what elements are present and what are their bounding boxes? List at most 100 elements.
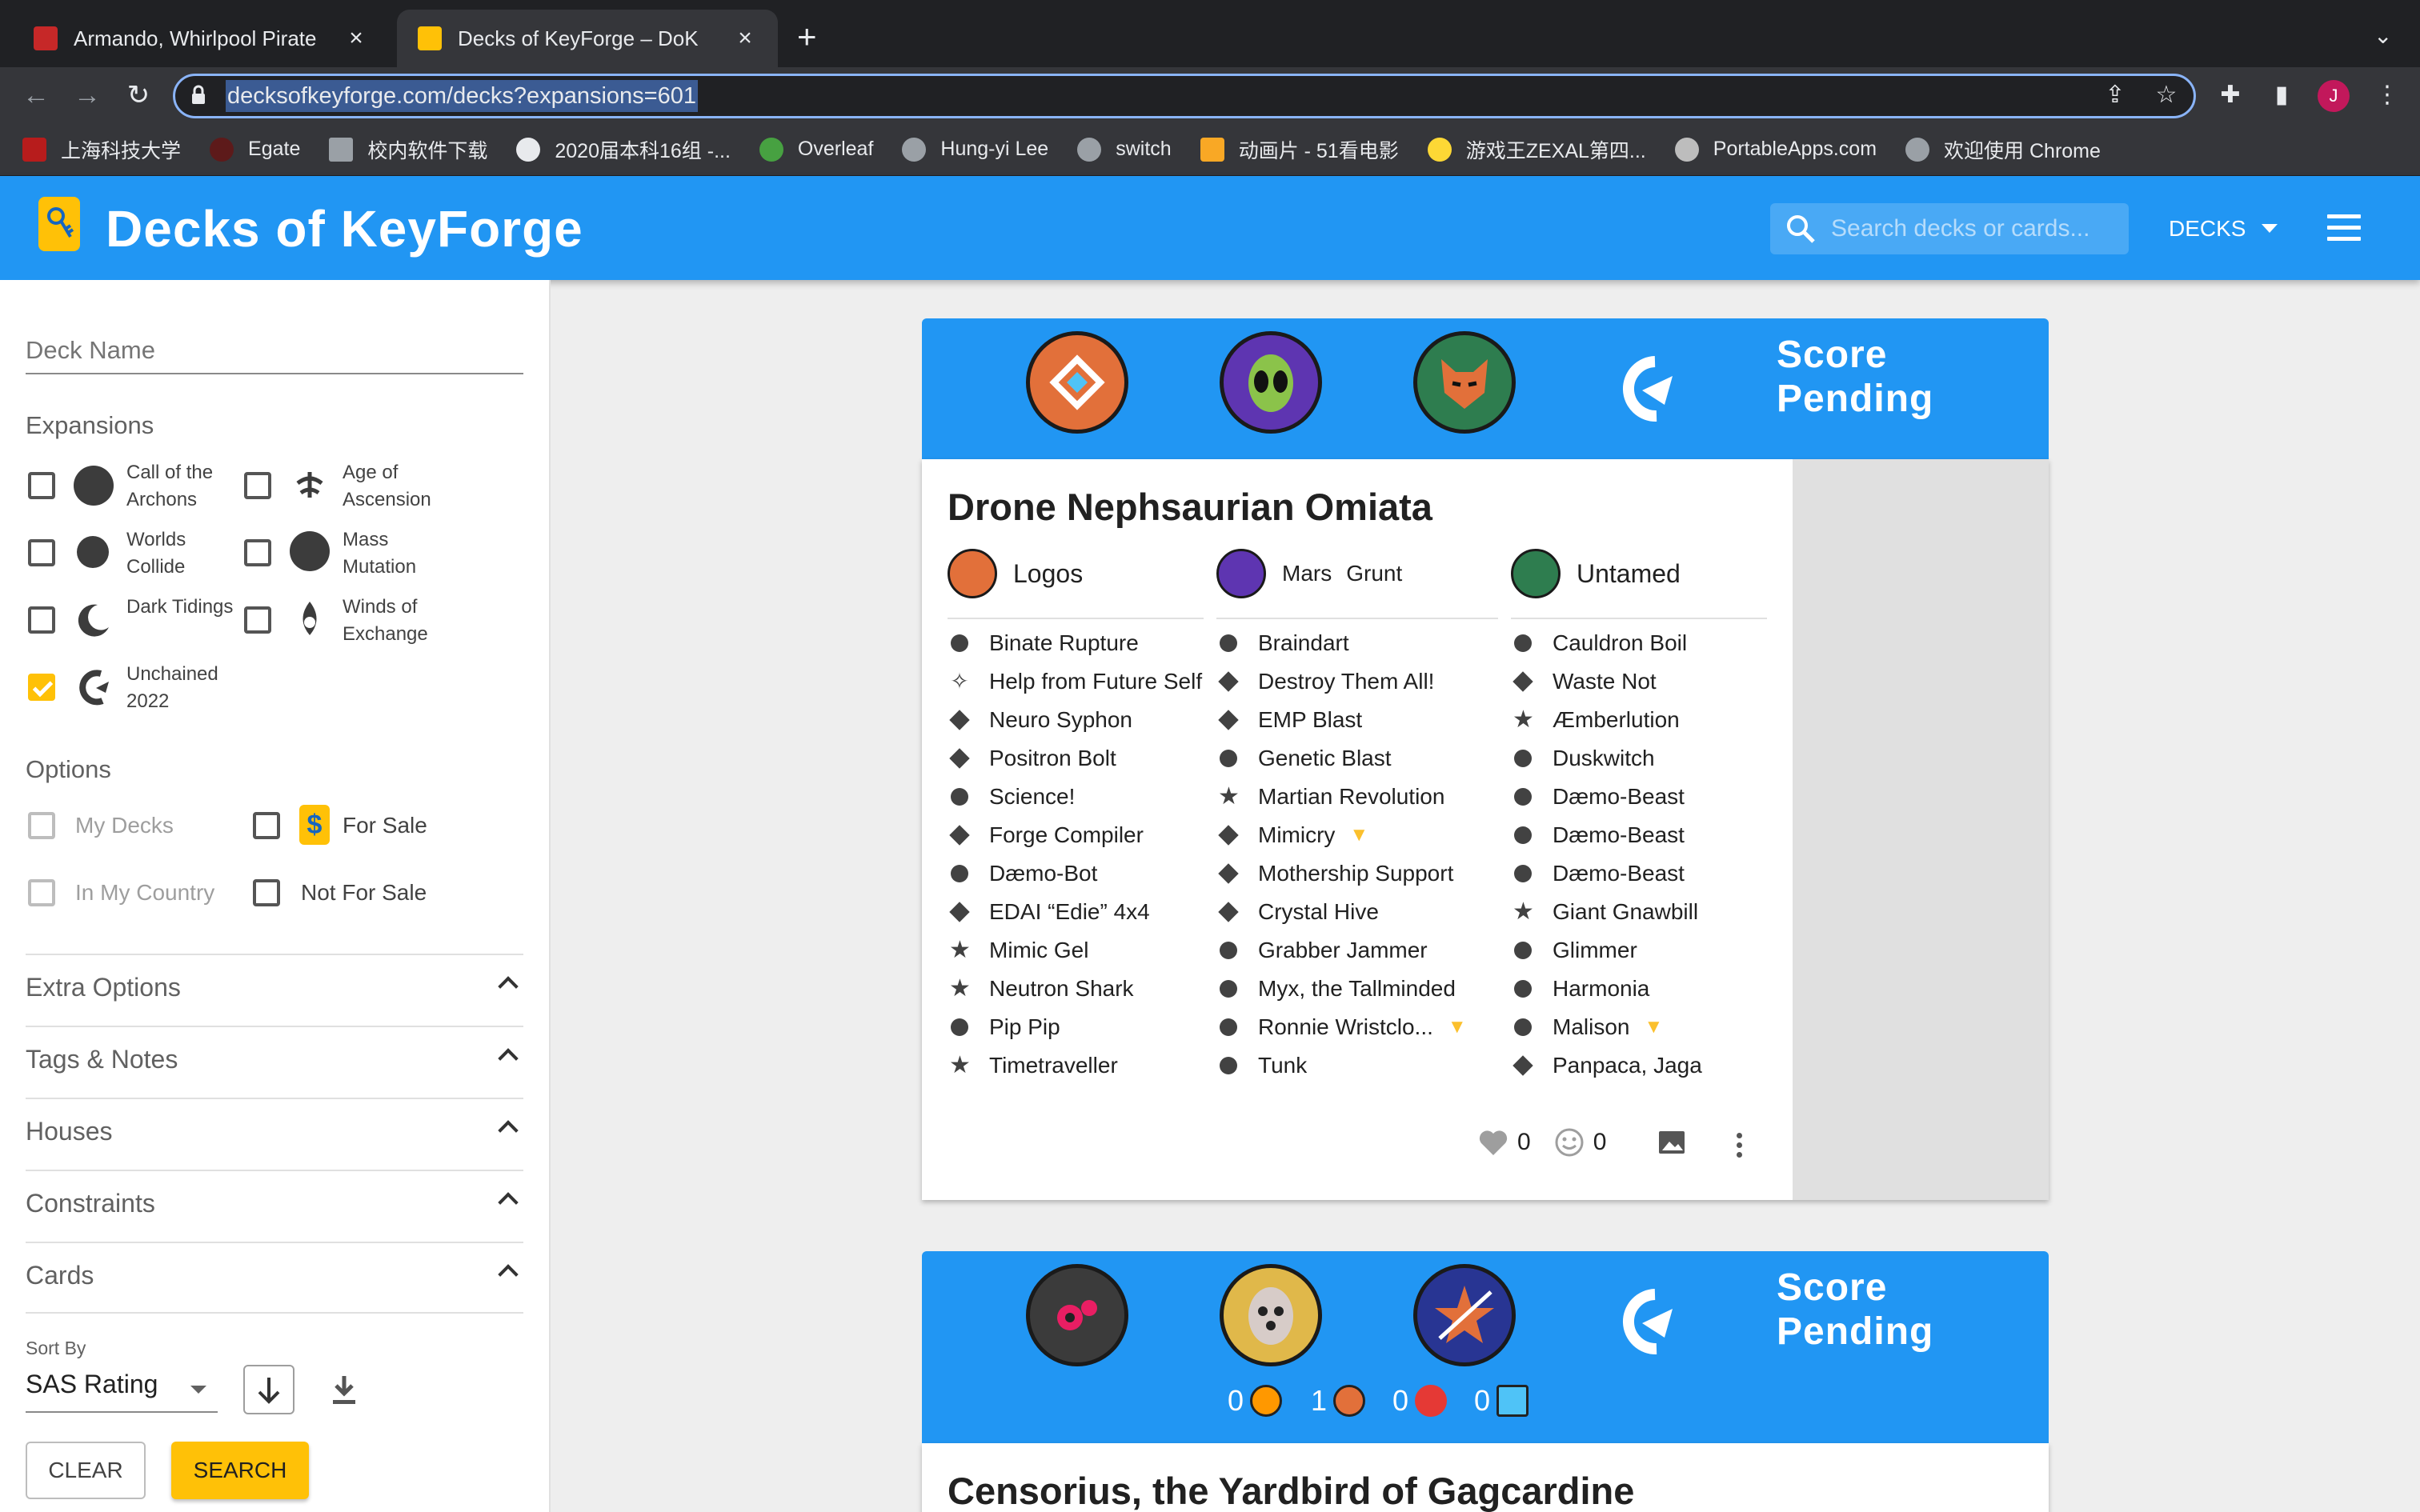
card-list-item[interactable]: ✧ Help from Future Self: [949, 662, 1202, 701]
card-list-item[interactable]: Harmonia: [1512, 970, 1702, 1008]
card-list-item[interactable]: Glimmer: [1512, 931, 1702, 970]
accordion-tags-notes[interactable]: Tags & Notes: [26, 1026, 523, 1098]
forward-icon[interactable]: →: [69, 77, 106, 114]
card-list-item[interactable]: EDAI “Edie” 4x4: [949, 893, 1202, 931]
card-list-item[interactable]: Neuro Syphon: [949, 701, 1202, 739]
skyborn-house-icon[interactable]: [1220, 1264, 1322, 1366]
deck-name-link[interactable]: Drone Nephsaurian Omiata: [948, 485, 1432, 529]
sort-direction-button[interactable]: [243, 1365, 294, 1414]
accordion-extra-options[interactable]: Extra Options: [26, 954, 523, 1026]
for-sale-checkbox[interactable]: [253, 812, 280, 839]
bookmark-item[interactable]: Hung-yi Lee: [902, 137, 1048, 162]
clear-button[interactable]: CLEAR: [26, 1442, 146, 1499]
card-list-item[interactable]: Science!: [949, 778, 1202, 816]
expansion-checkbox-mass-mutation[interactable]: [244, 539, 271, 566]
deck-name-input[interactable]: [26, 330, 523, 371]
url-text[interactable]: decksofkeyforge.com/decks?expansions=601: [226, 80, 698, 112]
decks-menu-button[interactable]: DECKS: [2169, 214, 2246, 243]
bookmark-star-icon[interactable]: ☆: [2148, 77, 2185, 114]
accordion-constraints[interactable]: Constraints: [26, 1170, 523, 1242]
accordion-houses[interactable]: Houses: [26, 1098, 523, 1170]
more-options-icon[interactable]: [1737, 1133, 1745, 1158]
star-alliance-house-icon[interactable]: [1413, 1264, 1516, 1366]
untamed-house-icon[interactable]: [1413, 331, 1516, 434]
not-for-sale-checkbox[interactable]: [253, 879, 280, 906]
bookmark-folder[interactable]: 校内软件下载: [329, 135, 487, 164]
card-list-item[interactable]: Dæmo-Beast: [1512, 778, 1702, 816]
extensions-icon[interactable]: ✚: [2212, 77, 2249, 114]
expansion-checkbox-dark-tidings[interactable]: [28, 606, 55, 634]
card-list-item[interactable]: ★ Neutron Shark: [949, 970, 1202, 1008]
card-list-item[interactable]: Ronnie Wristclo... ▼: [1218, 1008, 1467, 1046]
new-tab-icon[interactable]: +: [797, 18, 817, 56]
card-list-item[interactable]: ★ Timetraveller: [949, 1046, 1202, 1085]
card-list-item[interactable]: Braindart: [1218, 624, 1467, 662]
sort-by-select[interactable]: SAS Rating: [26, 1363, 218, 1413]
search-button[interactable]: SEARCH: [171, 1442, 309, 1499]
share-icon[interactable]: ⇪: [2097, 77, 2134, 114]
card-list-item[interactable]: Crystal Hive: [1218, 893, 1467, 931]
card-list-item[interactable]: Dæmo-Beast: [1512, 816, 1702, 854]
card-list-item[interactable]: Grabber Jammer: [1218, 931, 1467, 970]
card-list-item[interactable]: ★ Æmberlution: [1512, 701, 1702, 739]
expansion-checkbox-winds-of-exchange[interactable]: [244, 606, 271, 634]
card-list-item[interactable]: Dæmo-Beast: [1512, 854, 1702, 893]
card-list-item[interactable]: Mimicry ▼: [1218, 816, 1467, 854]
card-list-item[interactable]: Destroy Them All!: [1218, 662, 1467, 701]
mars-house-icon[interactable]: [1220, 331, 1322, 434]
card-list-item[interactable]: Tunk: [1218, 1046, 1467, 1085]
reload-icon[interactable]: ↻: [120, 77, 157, 114]
app-title[interactable]: Decks of KeyForge: [106, 197, 583, 261]
bookmark-item[interactable]: 游戏王ZEXAL第四...: [1427, 135, 1646, 164]
browser-menu-icon[interactable]: ⋮: [2369, 77, 2406, 114]
expansion-checkbox-call-of-the-archons[interactable]: [28, 472, 55, 499]
bookmark-item[interactable]: 动画片 - 51看电影: [1200, 135, 1399, 164]
card-list-item[interactable]: Malison ▼: [1512, 1008, 1702, 1046]
heart-icon[interactable]: [1477, 1126, 1509, 1158]
caret-down-icon[interactable]: [2262, 224, 2278, 233]
tab-close-icon[interactable]: ×: [733, 25, 757, 52]
card-list-item[interactable]: ★ Mimic Gel: [949, 931, 1202, 970]
expansion-checkbox-unchained-2022[interactable]: [28, 674, 55, 701]
card-list-item[interactable]: Positron Bolt: [949, 739, 1202, 778]
smiley-icon[interactable]: [1553, 1126, 1585, 1158]
card-list-item[interactable]: ★ Martian Revolution: [1218, 778, 1467, 816]
card-list-item[interactable]: Myx, the Tallminded: [1218, 970, 1467, 1008]
download-icon[interactable]: [327, 1371, 362, 1408]
hamburger-menu-icon[interactable]: [2327, 214, 2361, 242]
card-list-item[interactable]: Duskwitch: [1512, 739, 1702, 778]
card-list-item[interactable]: Cauldron Boil: [1512, 624, 1702, 662]
deck-name-link[interactable]: Censorius, the Yardbird of Gagcardine: [948, 1469, 1634, 1512]
card-list-item[interactable]: ★ Giant Gnawbill: [1512, 893, 1702, 931]
image-icon[interactable]: [1656, 1126, 1688, 1158]
back-icon[interactable]: ←: [18, 77, 54, 114]
card-list-item[interactable]: Panpaca, Jaga: [1512, 1046, 1702, 1085]
card-list-item[interactable]: Binate Rupture: [949, 624, 1202, 662]
bookmark-item[interactable]: Overleaf: [759, 137, 873, 162]
bookmark-item[interactable]: 欢迎使用 Chrome: [1905, 135, 2101, 164]
accordion-cards[interactable]: Cards: [26, 1242, 523, 1314]
tab-search-chevron-icon[interactable]: ⌄: [2374, 22, 2392, 49]
bookmark-item[interactable]: 上海科技大学: [22, 135, 181, 164]
card-list-item[interactable]: Pip Pip: [949, 1008, 1202, 1046]
card-list-item[interactable]: Forge Compiler: [949, 816, 1202, 854]
card-list-item[interactable]: EMP Blast: [1218, 701, 1467, 739]
bookmark-item[interactable]: Egate: [210, 137, 300, 162]
tab-close-icon[interactable]: ×: [344, 25, 368, 52]
dis-house-icon[interactable]: [1026, 1264, 1128, 1366]
side-panel-icon[interactable]: ▮: [2263, 77, 2300, 114]
key-logo-icon[interactable]: [38, 197, 80, 251]
bookmark-item[interactable]: 2020届本科16组 -...: [516, 135, 731, 164]
expansion-checkbox-age-of-ascension[interactable]: [244, 472, 271, 499]
card-list-item[interactable]: Waste Not: [1512, 662, 1702, 701]
logos-house-icon[interactable]: [1026, 331, 1128, 434]
search-input[interactable]: [1831, 210, 2119, 248]
tab-decks-of-keyforge[interactable]: Decks of KeyForge – DoK ×: [397, 10, 778, 67]
bookmark-item[interactable]: switch: [1077, 137, 1172, 162]
card-list-item[interactable]: Dæmo-Bot: [949, 854, 1202, 893]
card-list-item[interactable]: Mothership Support: [1218, 854, 1467, 893]
profile-avatar[interactable]: J: [2318, 80, 2350, 112]
deck-name-field[interactable]: [26, 330, 523, 374]
bookmark-item[interactable]: PortableApps.com: [1674, 137, 1877, 162]
expansion-checkbox-worlds-collide[interactable]: [28, 539, 55, 566]
